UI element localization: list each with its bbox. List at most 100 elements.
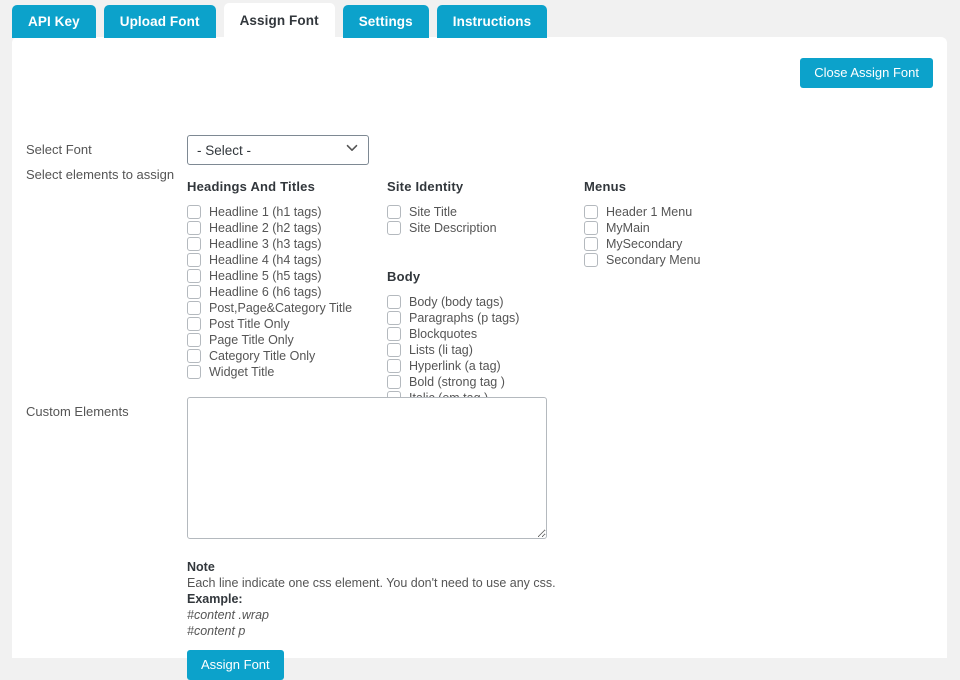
checkbox-headline-2[interactable]	[187, 221, 201, 235]
checkbox-row[interactable]: Paragraphs (p tags)	[387, 310, 584, 326]
assign-font-panel: Close Assign Font Select Font Select ele…	[12, 37, 947, 658]
tab-settings[interactable]: Settings	[343, 5, 429, 38]
checkbox-lists[interactable]	[387, 343, 401, 357]
checkbox-widget-title[interactable]	[187, 365, 201, 379]
checkbox-label[interactable]: Headline 5 (h5 tags)	[209, 269, 322, 283]
checkbox-post-title-only[interactable]	[187, 317, 201, 331]
checkbox-site-title[interactable]	[387, 205, 401, 219]
tab-label: Upload Font	[120, 14, 200, 29]
group-title: Headings And Titles	[187, 179, 387, 194]
checkbox-site-description[interactable]	[387, 221, 401, 235]
tab-label: API Key	[28, 14, 80, 29]
checkbox-label[interactable]: Secondary Menu	[606, 253, 701, 267]
tab-label: Instructions	[453, 14, 531, 29]
checkbox-label[interactable]: Page Title Only	[209, 333, 294, 347]
assign-font-submit-button[interactable]: Assign Font	[187, 650, 284, 680]
checkbox-row[interactable]: Headline 1 (h1 tags)	[187, 204, 387, 220]
checkbox-headline-5[interactable]	[187, 269, 201, 283]
checkbox-row[interactable]: Secondary Menu	[584, 252, 804, 268]
checkbox-label[interactable]: Headline 2 (h2 tags)	[209, 221, 322, 235]
checkbox-label[interactable]: Site Description	[409, 221, 497, 235]
checkbox-label[interactable]: Blockquotes	[409, 327, 477, 341]
checkbox-row[interactable]: Category Title Only	[187, 348, 387, 364]
checkbox-label[interactable]: Hyperlink (a tag)	[409, 359, 501, 373]
group-menus: Menus Header 1 Menu MyMain MySecondary S…	[584, 179, 804, 268]
note-block: Note Each line indicate one css element.…	[187, 560, 607, 680]
checkbox-row[interactable]: Headline 4 (h4 tags)	[187, 252, 387, 268]
checkbox-bold[interactable]	[387, 375, 401, 389]
checkbox-label[interactable]: Category Title Only	[209, 349, 315, 363]
checkbox-secondary-menu[interactable]	[584, 253, 598, 267]
checkbox-row[interactable]: MyMain	[584, 220, 804, 236]
select-font-dropdown[interactable]: - Select -	[187, 135, 369, 165]
checkbox-row[interactable]: Post,Page&Category Title	[187, 300, 387, 316]
note-example-line: #content .wrap	[187, 608, 607, 622]
checkbox-mymain[interactable]	[584, 221, 598, 235]
checkbox-post-page-category-title[interactable]	[187, 301, 201, 315]
checkbox-row[interactable]: Body (body tags)	[387, 294, 584, 310]
checkbox-row[interactable]: Site Title	[387, 204, 584, 220]
tab-api-key[interactable]: API Key	[12, 5, 96, 38]
checkbox-row[interactable]: Site Description	[387, 220, 584, 236]
checkbox-row[interactable]: Headline 3 (h3 tags)	[187, 236, 387, 252]
close-assign-font-button[interactable]: Close Assign Font	[800, 58, 933, 88]
group-site-identity-and-body: Site Identity Site Title Site Descriptio…	[387, 179, 584, 406]
checkbox-label[interactable]: Bold (strong tag )	[409, 375, 505, 389]
checkbox-row[interactable]: Hyperlink (a tag)	[387, 358, 584, 374]
checkbox-headline-4[interactable]	[187, 253, 201, 267]
checkbox-row[interactable]: Blockquotes	[387, 326, 584, 342]
group-title: Body	[387, 269, 584, 284]
checkbox-row[interactable]: Widget Title	[187, 364, 387, 380]
select-font-value[interactable]: - Select -	[187, 135, 369, 165]
custom-elements-label: Custom Elements	[26, 404, 129, 419]
tab-label: Assign Font	[240, 13, 319, 28]
checkbox-row[interactable]: Lists (li tag)	[387, 342, 584, 358]
checkbox-label[interactable]: MySecondary	[606, 237, 682, 251]
note-text: Each line indicate one css element. You …	[187, 576, 607, 590]
tab-label: Settings	[359, 14, 413, 29]
checkbox-headline-3[interactable]	[187, 237, 201, 251]
checkbox-label[interactable]: Post,Page&Category Title	[209, 301, 352, 315]
checkbox-label[interactable]: Body (body tags)	[409, 295, 504, 309]
checkbox-paragraphs[interactable]	[387, 311, 401, 325]
note-title: Note	[187, 560, 607, 574]
checkbox-body[interactable]	[387, 295, 401, 309]
checkbox-headline-1[interactable]	[187, 205, 201, 219]
tab-instructions[interactable]: Instructions	[437, 5, 547, 38]
checkbox-label[interactable]: Headline 1 (h1 tags)	[209, 205, 322, 219]
checkbox-label[interactable]: Widget Title	[209, 365, 274, 379]
checkbox-label[interactable]: Headline 6 (h6 tags)	[209, 285, 322, 299]
select-font-label: Select Font	[26, 142, 92, 157]
checkbox-page-title-only[interactable]	[187, 333, 201, 347]
checkbox-category-title-only[interactable]	[187, 349, 201, 363]
checkbox-mysecondary[interactable]	[584, 237, 598, 251]
checkbox-hyperlink[interactable]	[387, 359, 401, 373]
tab-assign-font[interactable]: Assign Font	[224, 3, 335, 38]
note-example-line: #content p	[187, 624, 607, 638]
custom-elements-input[interactable]	[187, 397, 547, 539]
checkbox-row[interactable]: Post Title Only	[187, 316, 387, 332]
checkbox-label[interactable]: Headline 3 (h3 tags)	[209, 237, 322, 251]
checkbox-label[interactable]: Site Title	[409, 205, 457, 219]
note-example-title: Example:	[187, 592, 607, 606]
select-elements-label: Select elements to assign	[26, 167, 174, 182]
checkbox-blockquotes[interactable]	[387, 327, 401, 341]
checkbox-headline-6[interactable]	[187, 285, 201, 299]
tab-upload-font[interactable]: Upload Font	[104, 5, 216, 38]
checkbox-label[interactable]: MyMain	[606, 221, 650, 235]
checkbox-label[interactable]: Lists (li tag)	[409, 343, 473, 357]
checkbox-row[interactable]: MySecondary	[584, 236, 804, 252]
checkbox-header-1-menu[interactable]	[584, 205, 598, 219]
checkbox-label[interactable]: Post Title Only	[209, 317, 290, 331]
checkbox-row[interactable]: Headline 5 (h5 tags)	[187, 268, 387, 284]
checkbox-label[interactable]: Headline 4 (h4 tags)	[209, 253, 322, 267]
checkbox-row[interactable]: Page Title Only	[187, 332, 387, 348]
checkbox-row[interactable]: Headline 2 (h2 tags)	[187, 220, 387, 236]
group-headings-and-titles: Headings And Titles Headline 1 (h1 tags)…	[187, 179, 387, 380]
tab-strip: API Key Upload Font Assign Font Settings…	[12, 5, 547, 38]
checkbox-row[interactable]: Header 1 Menu	[584, 204, 804, 220]
checkbox-label[interactable]: Paragraphs (p tags)	[409, 311, 519, 325]
checkbox-row[interactable]: Bold (strong tag )	[387, 374, 584, 390]
checkbox-row[interactable]: Headline 6 (h6 tags)	[187, 284, 387, 300]
checkbox-label[interactable]: Header 1 Menu	[606, 205, 692, 219]
